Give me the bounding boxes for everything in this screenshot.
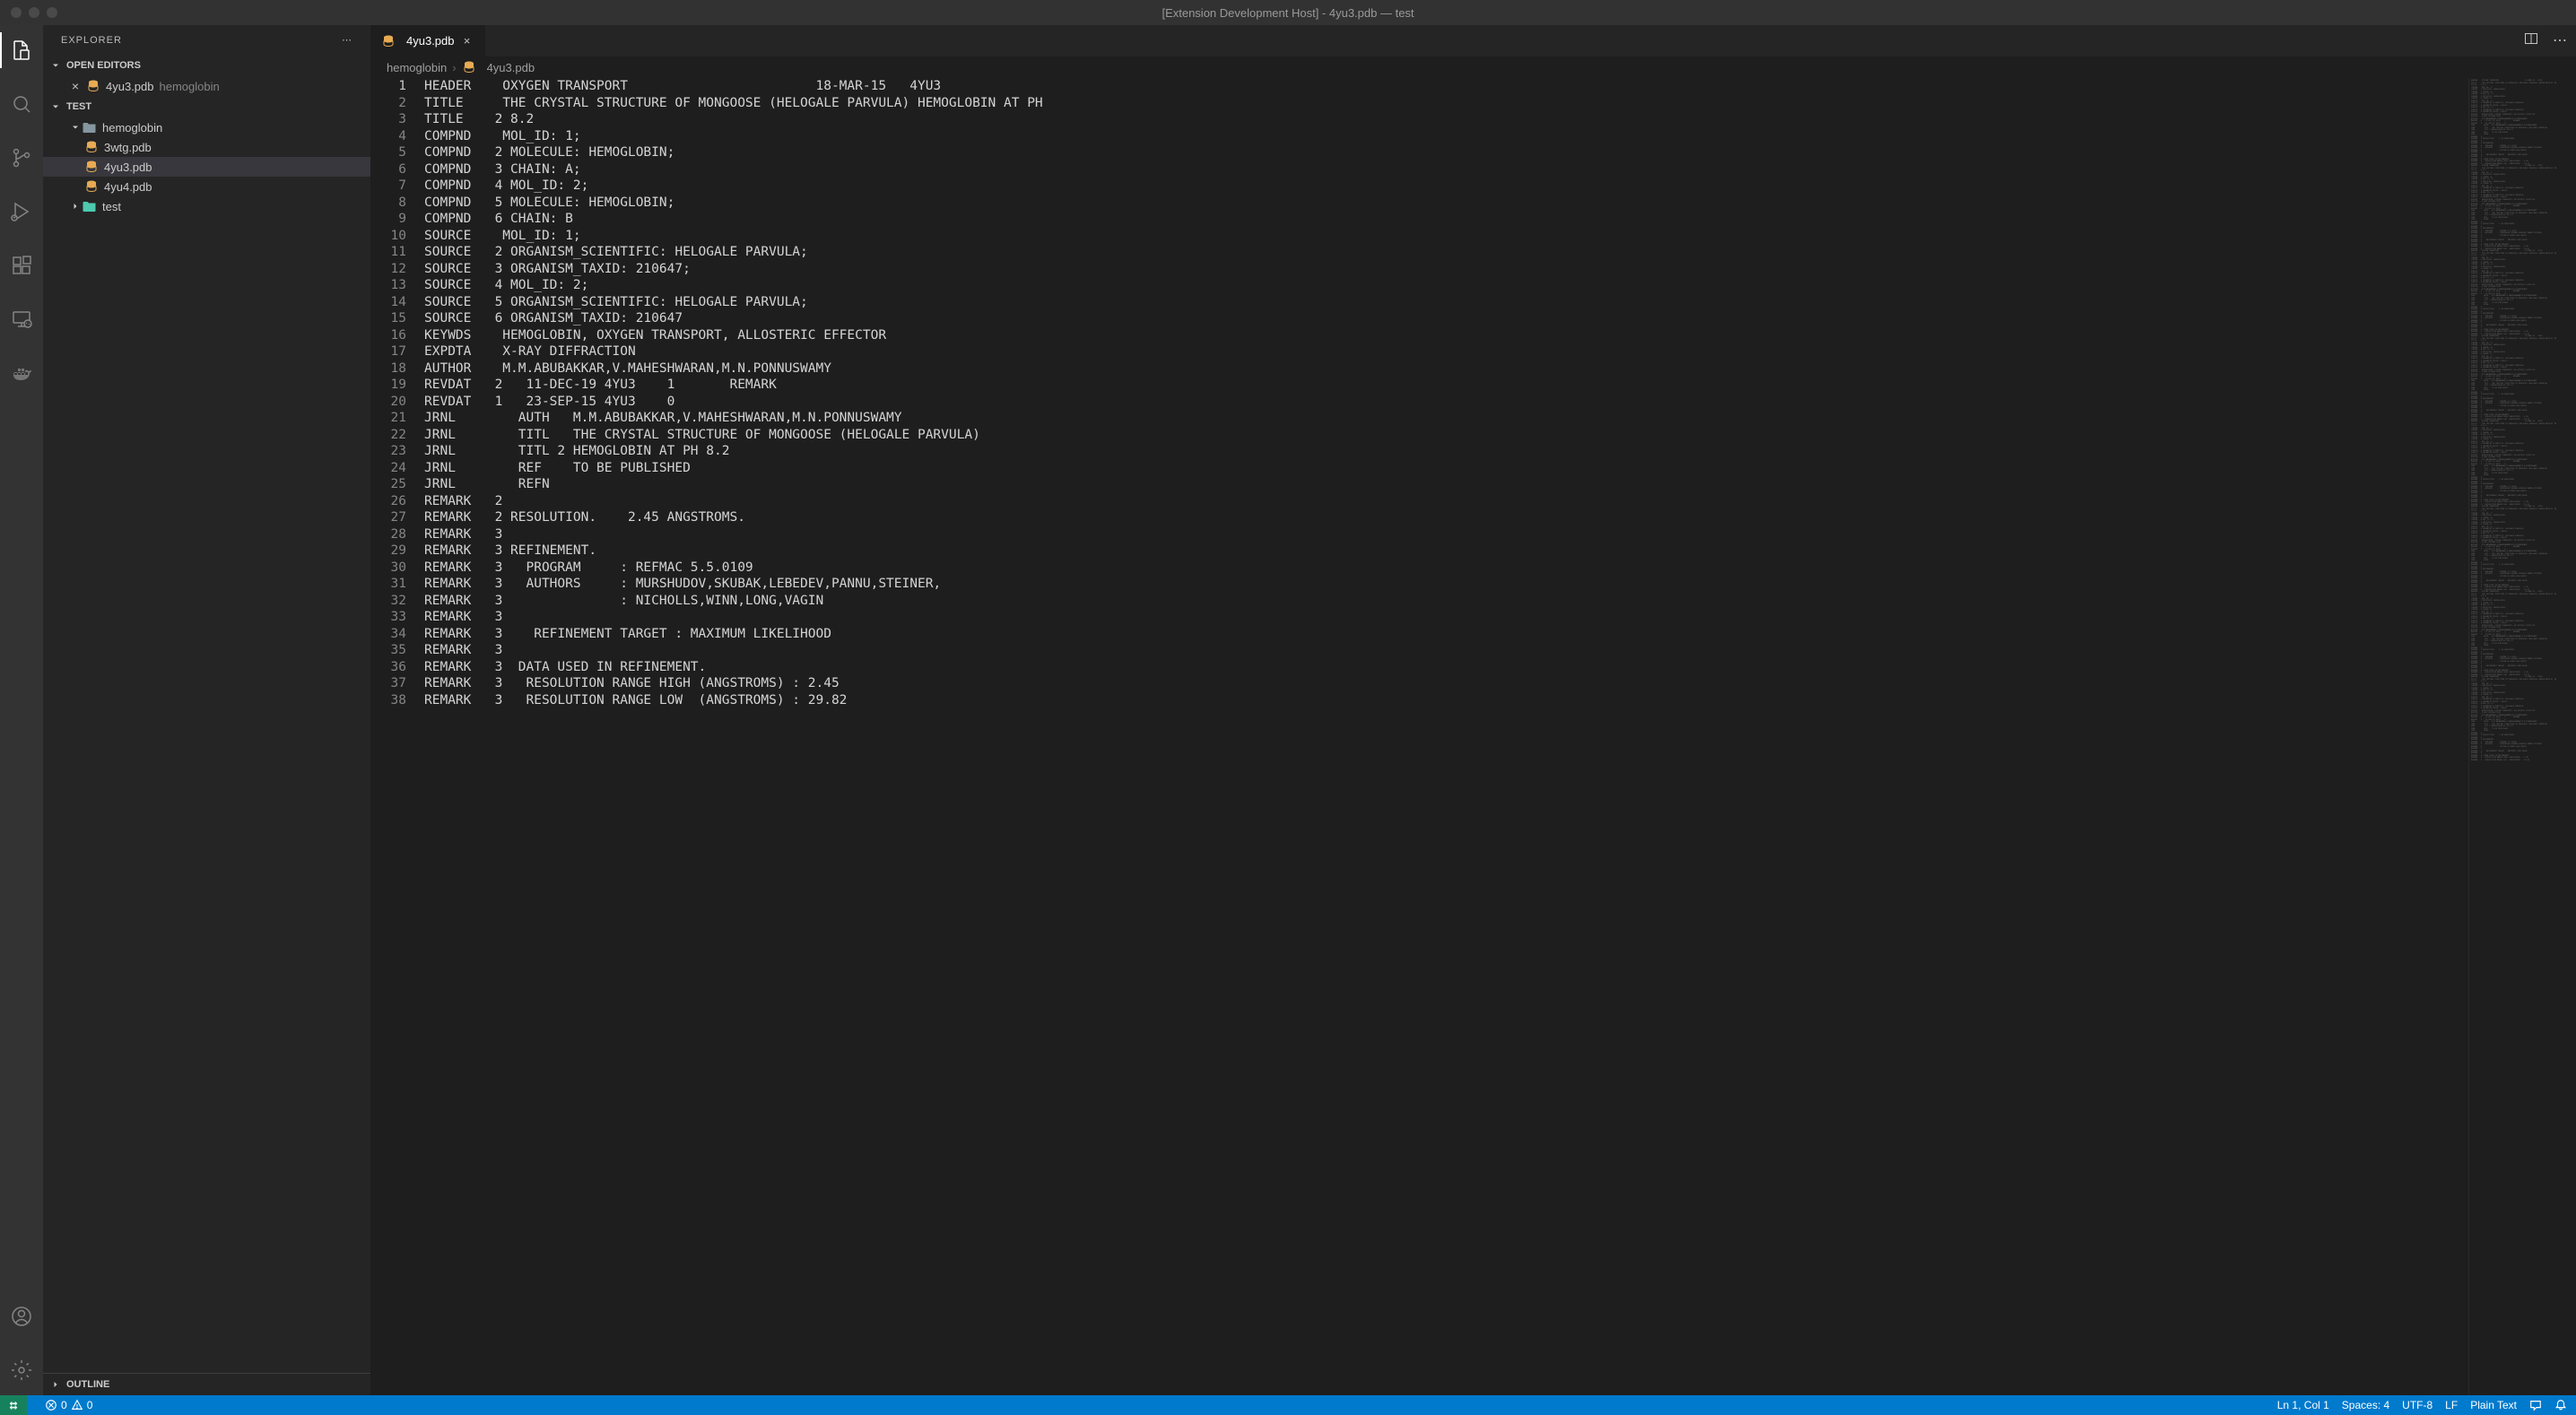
title-bar: [Extension Development Host] - 4yu3.pdb … [0,0,2576,25]
folder-name: hemoglobin [102,121,162,135]
settings-gear-icon[interactable] [0,1352,43,1388]
line-numbers: 1234567891011121314151617181920212223242… [370,78,424,1395]
folder-test[interactable]: test [43,196,370,216]
database-file-icon [84,160,99,174]
folder-hemoglobin[interactable]: hemoglobin [43,117,370,137]
indentation[interactable]: Spaces: 4 [2342,1399,2389,1411]
sidebar-title: EXPLORER [61,35,122,46]
chevron-down-icon [48,58,63,73]
open-editor-filename: 4yu3.pdb [106,80,154,93]
close-editor-icon[interactable]: × [68,79,83,93]
database-file-icon [86,79,100,93]
open-editors-header[interactable]: OPEN EDITORS [43,55,370,76]
code-content[interactable]: HEADER OXYGEN TRANSPORT 18-MAR-15 4YU3TI… [424,78,2468,1395]
problems-indicator[interactable]: 0 0 [45,1399,92,1411]
open-editors-label: OPEN EDITORS [66,60,141,71]
file-4yu4[interactable]: 4yu4.pdb [43,177,370,196]
remote-indicator[interactable] [0,1395,27,1415]
source-control-icon[interactable] [0,140,43,176]
tab-4yu3[interactable]: 4yu3.pdb × [370,25,486,56]
chevron-right-icon [68,199,83,213]
open-editor-path: hemoglobin [160,80,220,93]
window-controls [0,7,57,18]
breadcrumb-segment[interactable]: hemoglobin [387,61,447,74]
folder-name: test [102,200,121,213]
explorer-icon[interactable] [0,32,43,68]
open-editor-item[interactable]: × 4yu3.pdb hemoglobin [43,76,370,96]
more-actions-icon[interactable]: ⋯ [2553,31,2567,50]
file-tree: hemoglobin 3wtg.pdb 4yu3.pdb 4yu4.pdb [43,117,370,1373]
editor-content[interactable]: 1234567891011121314151617181920212223242… [370,78,2576,1395]
notifications-icon[interactable] [2554,1399,2567,1411]
file-name: 3wtg.pdb [104,141,152,154]
database-file-icon [462,60,476,74]
encoding[interactable]: UTF-8 [2402,1399,2432,1411]
close-window-button[interactable] [11,7,22,18]
folder-icon [83,199,97,213]
activity-bar [0,25,43,1395]
explorer-more-icon[interactable]: ⋯ [342,34,352,46]
minimize-window-button[interactable] [29,7,39,18]
file-name: 4yu3.pdb [104,161,152,174]
language-mode[interactable]: Plain Text [2470,1399,2517,1411]
chevron-right-icon [48,1377,63,1392]
remote-explorer-icon[interactable] [0,301,43,337]
folder-open-icon [83,120,97,135]
sidebar: EXPLORER ⋯ OPEN EDITORS × 4yu3.pdb hemog… [43,25,370,1395]
tab-bar: 4yu3.pdb × ⋯ [370,25,2576,56]
error-count: 0 [61,1399,67,1411]
file-name: 4yu4.pdb [104,180,152,194]
database-file-icon [84,179,99,194]
feedback-icon[interactable] [2529,1399,2542,1411]
sidebar-header: EXPLORER ⋯ [43,25,370,55]
window-title: [Extension Development Host] - 4yu3.pdb … [1162,6,1414,20]
search-icon[interactable] [0,86,43,122]
chevron-down-icon [68,120,83,135]
file-3wtg[interactable]: 3wtg.pdb [43,137,370,157]
editor-area: 4yu3.pdb × ⋯ hemoglobin › 4yu3.pdb 12345… [370,25,2576,1395]
minimap[interactable]: HEADER OXYGEN TRANSPORT 18-MAR-15 4YU3 T… [2468,78,2576,1395]
close-tab-icon[interactable]: × [460,34,474,48]
cursor-position[interactable]: Ln 1, Col 1 [2277,1399,2329,1411]
workspace-header[interactable]: TEST [43,96,370,117]
warning-count: 0 [87,1399,93,1411]
tab-label: 4yu3.pdb [406,34,455,48]
workspace-label: TEST [66,101,91,112]
outline-label: OUTLINE [66,1379,109,1390]
breadcrumb[interactable]: hemoglobin › 4yu3.pdb [370,56,2576,78]
breadcrumb-segment[interactable]: 4yu3.pdb [487,61,535,74]
database-file-icon [381,34,396,48]
outline-header[interactable]: OUTLINE [43,1373,370,1395]
accounts-icon[interactable] [0,1298,43,1334]
run-debug-icon[interactable] [0,194,43,230]
tab-actions: ⋯ [2524,31,2576,50]
status-bar: 0 0 Ln 1, Col 1 Spaces: 4 UTF-8 LF Plain… [0,1395,2576,1415]
chevron-right-icon: › [452,61,456,74]
database-file-icon [84,140,99,154]
main-container: EXPLORER ⋯ OPEN EDITORS × 4yu3.pdb hemog… [0,25,2576,1395]
extensions-icon[interactable] [0,247,43,283]
file-4yu3[interactable]: 4yu3.pdb [43,157,370,177]
docker-icon[interactable] [0,355,43,391]
eol[interactable]: LF [2445,1399,2458,1411]
maximize-window-button[interactable] [47,7,57,18]
split-editor-icon[interactable] [2524,31,2538,50]
chevron-down-icon [48,100,63,114]
